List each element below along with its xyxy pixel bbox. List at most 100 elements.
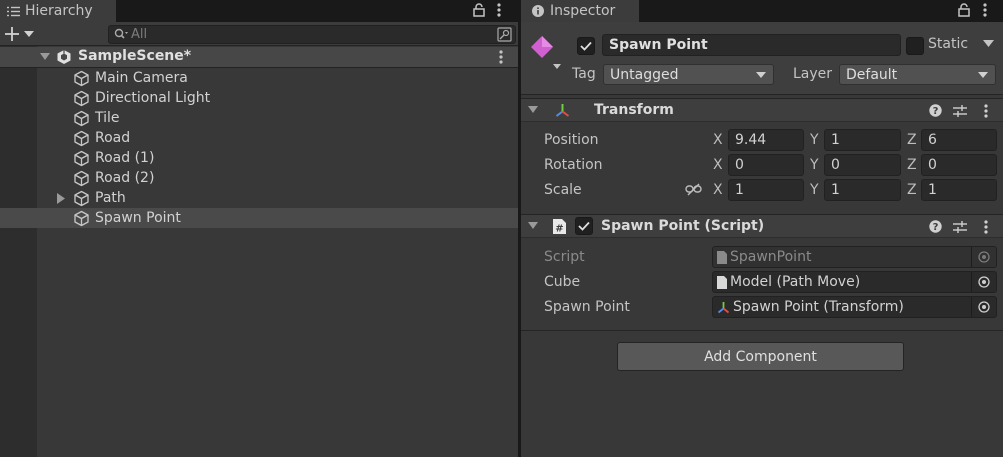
position-x-field[interactable]: 9.44 <box>728 129 804 151</box>
active-checkbox[interactable] <box>577 37 595 55</box>
scale-z-label[interactable]: Z <box>907 182 917 198</box>
script-label: Script <box>544 249 585 265</box>
hierarchy-item-tile[interactable]: Tile <box>37 108 518 128</box>
hierarchy-item-main-camera[interactable]: Main Camera <box>37 68 518 88</box>
transform-title: Transform <box>594 102 674 118</box>
hierarchy-search-input[interactable]: All <box>108 25 516 44</box>
rotation-z-label[interactable]: Z <box>907 157 917 173</box>
gameobject-cube-icon <box>73 110 90 127</box>
scene-row[interactable]: SampleScene* <box>0 47 518 68</box>
foldout-expanded-icon[interactable] <box>40 53 50 61</box>
static-dropdown-icon[interactable] <box>983 40 994 47</box>
position-y-label[interactable]: Y <box>810 132 819 148</box>
scene-name: SampleScene* <box>78 48 192 64</box>
hierarchy-item-road-1[interactable]: Road (1) <box>37 148 518 168</box>
add-component-label: Add Component <box>704 348 817 365</box>
component-menu-icon[interactable] <box>984 104 988 118</box>
help-icon[interactable]: ? <box>929 104 942 117</box>
object-name-field[interactable]: Spawn Point <box>602 34 901 56</box>
foldout-collapsed-icon[interactable] <box>57 192 66 204</box>
scale-label: Scale <box>544 182 582 198</box>
preset-sliders-icon[interactable] <box>953 220 967 234</box>
position-z-value: 6 <box>928 132 937 148</box>
inspector-tab[interactable]: Inspector <box>521 0 639 22</box>
inspector-tab-title: Inspector <box>550 3 616 19</box>
tag-dropdown[interactable]: Untagged <box>603 64 774 85</box>
hierarchy-tab[interactable]: Hierarchy <box>0 0 116 22</box>
rotation-x-field[interactable]: 0 <box>728 154 804 176</box>
chevron-down-icon <box>756 72 766 78</box>
scale-x-label[interactable]: X <box>713 182 723 198</box>
position-label: Position <box>544 132 599 148</box>
position-y-value: 1 <box>831 132 840 148</box>
hierarchy-item-road[interactable]: Road <box>37 128 518 148</box>
unity-scene-icon <box>56 49 72 65</box>
scale-y-field[interactable]: 1 <box>824 179 901 201</box>
rotation-y-label[interactable]: Y <box>810 157 819 173</box>
lock-icon[interactable] <box>473 3 485 17</box>
spawn-point-object-field[interactable]: Spawn Point (Transform) <box>712 296 997 318</box>
layer-label: Layer <box>793 66 833 82</box>
position-z-field[interactable]: 6 <box>921 129 997 151</box>
rotation-x-label[interactable]: X <box>713 157 723 173</box>
cube-object-field[interactable]: Model (Path Move) <box>712 271 997 293</box>
hierarchy-item-path[interactable]: Path <box>37 188 518 208</box>
script-object-field: SpawnPoint <box>712 246 997 268</box>
tag-value: Untagged <box>610 66 679 83</box>
hierarchy-item-label: Road <box>95 130 131 146</box>
hierarchy-item-road-2[interactable]: Road (2) <box>37 168 518 188</box>
rotation-z-value: 0 <box>928 157 937 173</box>
component-menu-icon[interactable] <box>984 220 988 234</box>
hierarchy-tab-title: Hierarchy <box>25 3 93 19</box>
position-x-label[interactable]: X <box>713 132 723 148</box>
svg-text:?: ? <box>933 222 939 233</box>
scene-menu-icon[interactable] <box>499 50 503 64</box>
add-component-button[interactable]: Add Component <box>617 342 904 371</box>
position-y-field[interactable]: 1 <box>824 129 901 151</box>
rotation-y-value: 0 <box>831 157 840 173</box>
gameobject-cube-icon <box>73 210 90 227</box>
constrain-proportions-link-icon[interactable] <box>685 183 702 196</box>
script-value: SpawnPoint <box>730 249 812 265</box>
chevron-down-icon <box>978 72 988 78</box>
rotation-y-field[interactable]: 0 <box>824 154 901 176</box>
static-checkbox[interactable] <box>906 37 924 55</box>
create-dropdown-button[interactable] <box>5 26 37 42</box>
object-picker-icon[interactable] <box>971 272 996 292</box>
foldout-expanded-icon[interactable] <box>528 106 538 114</box>
hierarchy-item-label: Path <box>95 190 126 206</box>
scale-x-field[interactable]: 1 <box>728 179 804 201</box>
scale-y-label[interactable]: Y <box>810 182 819 198</box>
hierarchy-item-label: Road (1) <box>95 150 155 166</box>
tag-label: Tag <box>572 66 596 82</box>
object-picker-icon[interactable] <box>971 297 996 317</box>
search-by-type-icon[interactable] <box>497 27 512 42</box>
gameobject-cube-icon <box>73 70 90 87</box>
kebab-menu-icon[interactable] <box>983 3 987 17</box>
preset-sliders-icon[interactable] <box>953 104 967 118</box>
gameobject-cube-icon <box>73 130 90 147</box>
spawn-point-script-header[interactable]: # Spawn Point (Script) ? <box>521 214 1003 238</box>
kebab-menu-icon[interactable] <box>497 3 501 17</box>
hierarchy-item-directional-light[interactable]: Directional Light <box>37 88 518 108</box>
layer-dropdown[interactable]: Default <box>839 64 996 85</box>
inspector-panel: Inspector Spawn Point Static Tag Untagge… <box>521 0 1003 457</box>
hierarchy-item-label: Tile <box>95 110 120 126</box>
svg-text:#: # <box>555 223 563 234</box>
position-z-label[interactable]: Z <box>907 132 917 148</box>
script-file-icon <box>717 275 727 289</box>
gameobject-cube-icon <box>73 90 90 107</box>
scale-z-field[interactable]: 1 <box>921 179 997 201</box>
rotation-z-field[interactable]: 0 <box>921 154 997 176</box>
rotation-x-value: 0 <box>735 157 744 173</box>
search-icon <box>114 28 128 41</box>
gameobject-icon-picker[interactable] <box>529 34 565 70</box>
foldout-expanded-icon[interactable] <box>528 222 538 230</box>
rotation-label: Rotation <box>544 157 603 173</box>
transform-header[interactable]: Transform ? <box>521 98 1003 122</box>
help-icon[interactable]: ? <box>929 220 942 233</box>
lock-icon[interactable] <box>958 3 970 17</box>
hierarchy-item-spawn-point[interactable]: Spawn Point <box>0 208 518 228</box>
scale-y-value: 1 <box>831 182 840 198</box>
script-enabled-checkbox[interactable] <box>575 217 593 235</box>
